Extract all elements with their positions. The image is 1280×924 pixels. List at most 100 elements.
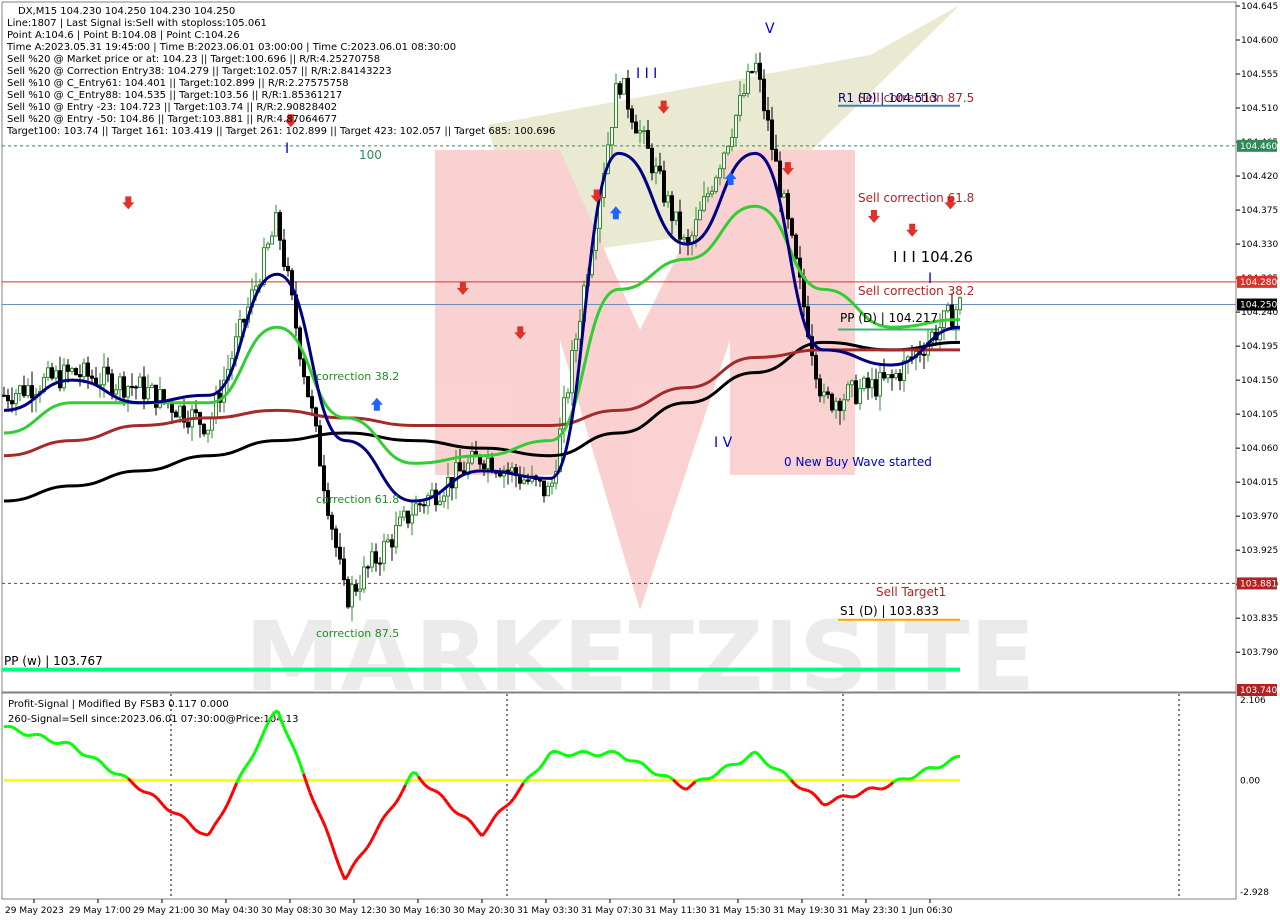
candle-body xyxy=(27,386,30,396)
oscillator-segment xyxy=(737,763,740,764)
oscillator-segment xyxy=(431,789,434,790)
candle-body xyxy=(683,237,686,239)
oscillator-segment xyxy=(772,768,775,769)
candle-body xyxy=(827,392,830,394)
symbol-label: DX,M15 104.230 104.250 104.230 104.250 xyxy=(18,6,235,17)
candle-body xyxy=(79,375,82,377)
candle-body xyxy=(747,72,750,94)
candle-body xyxy=(407,511,410,523)
candle-body xyxy=(803,277,806,307)
candle-body xyxy=(839,401,842,410)
candle-body xyxy=(775,149,778,161)
oscillator-segment xyxy=(154,795,157,798)
candle-body xyxy=(147,388,150,399)
candle-body xyxy=(323,466,326,491)
oscillator-segment xyxy=(52,742,55,743)
candle-body xyxy=(83,363,86,376)
price-tick-label: 104.060 xyxy=(1241,444,1278,454)
oscillator-segment xyxy=(562,754,565,755)
sell-correction-38-label: Sell correction 38.2 xyxy=(858,284,974,298)
candle-body xyxy=(539,480,542,481)
candle-body xyxy=(267,244,270,248)
oscillator-segment xyxy=(170,811,173,812)
oscillator-segment xyxy=(641,763,644,765)
chart-canvas: MARKETZISITE I I I V I V I I 100 Sell co… xyxy=(0,0,1280,920)
candle-body xyxy=(823,392,826,396)
oscillator-segment xyxy=(922,769,925,771)
oscillator-segment xyxy=(600,754,603,755)
oscillator-segment xyxy=(425,785,428,788)
oscillator-segment xyxy=(176,814,179,815)
time-tick-label: 31 May 15:30 xyxy=(709,906,771,916)
candle-body xyxy=(387,540,390,542)
candle-body xyxy=(367,567,370,568)
candle-body xyxy=(279,213,282,240)
oscillator-segment xyxy=(893,780,896,782)
candle-body xyxy=(399,517,402,525)
oscillator-segment xyxy=(565,755,568,756)
oscillator-segment xyxy=(938,767,941,768)
candle-body xyxy=(771,120,774,149)
time-tick-label: 30 May 04:30 xyxy=(197,906,259,916)
sell-target1-label: Sell Target1 xyxy=(876,585,946,599)
candle-body xyxy=(627,78,630,109)
candle-body xyxy=(391,540,394,547)
oscillator-segment xyxy=(68,742,71,743)
candle-body xyxy=(287,266,290,270)
s1-label: S1 (D) | 103.833 xyxy=(840,604,939,618)
oscillator-segment xyxy=(33,734,36,735)
candle-body xyxy=(635,122,638,133)
oscillator-segment xyxy=(466,818,469,820)
candle-body xyxy=(619,84,622,94)
candle-body xyxy=(335,529,338,547)
oscillator-segment xyxy=(775,769,778,770)
candle-body xyxy=(3,395,6,396)
header-line: Sell %10 @ Entry -23: 104.723 || Target:… xyxy=(7,102,337,113)
candle-body xyxy=(543,481,546,496)
candle-body xyxy=(311,397,314,408)
price-badge-label: 104.250 xyxy=(1240,301,1277,311)
candle-body xyxy=(411,515,414,523)
oscillator-segment xyxy=(638,761,641,762)
candle-body xyxy=(423,505,426,506)
oscillator-segment xyxy=(428,787,431,789)
candle-body xyxy=(887,375,890,378)
iii-price-label: I I I 104.26 xyxy=(893,248,973,266)
candle-body xyxy=(319,426,322,466)
price-tick-label: 104.330 xyxy=(1241,240,1278,250)
candle-body xyxy=(195,410,198,413)
candle-body xyxy=(11,401,14,404)
candle-body xyxy=(815,356,818,379)
candle-body xyxy=(87,363,90,376)
oscillator-segment xyxy=(504,805,507,807)
candle-body xyxy=(763,79,766,110)
oscillator-segment xyxy=(743,759,746,762)
oscillator-segment xyxy=(833,799,836,801)
candle-body xyxy=(343,559,346,580)
oscillator-segment xyxy=(578,752,581,753)
candle-body xyxy=(671,196,674,221)
oscillator-segment xyxy=(810,792,813,794)
candle-body xyxy=(123,377,126,397)
candle-body xyxy=(139,377,142,387)
candle-body xyxy=(731,137,734,146)
oscillator-segment xyxy=(896,779,899,780)
candle-body xyxy=(623,78,626,94)
oscillator-segment xyxy=(858,793,861,795)
candle-body xyxy=(271,236,274,244)
candle-body xyxy=(47,368,50,378)
oscillator-segment xyxy=(941,765,944,767)
oscillator-segment xyxy=(122,775,125,776)
oscillator-segment xyxy=(884,787,887,788)
candle-body xyxy=(255,286,258,290)
candle-body xyxy=(703,197,706,211)
oscillator-segment xyxy=(463,816,466,818)
oscillator-segment xyxy=(727,765,730,766)
candle-body xyxy=(211,418,214,431)
oscillator-segment xyxy=(839,796,842,797)
candle-body xyxy=(895,374,898,378)
correction-38-label: correction 38.2 xyxy=(316,370,399,383)
price-badge-label: 103.740 xyxy=(1240,686,1277,696)
candle-body xyxy=(331,515,334,529)
candle-body xyxy=(351,585,354,607)
